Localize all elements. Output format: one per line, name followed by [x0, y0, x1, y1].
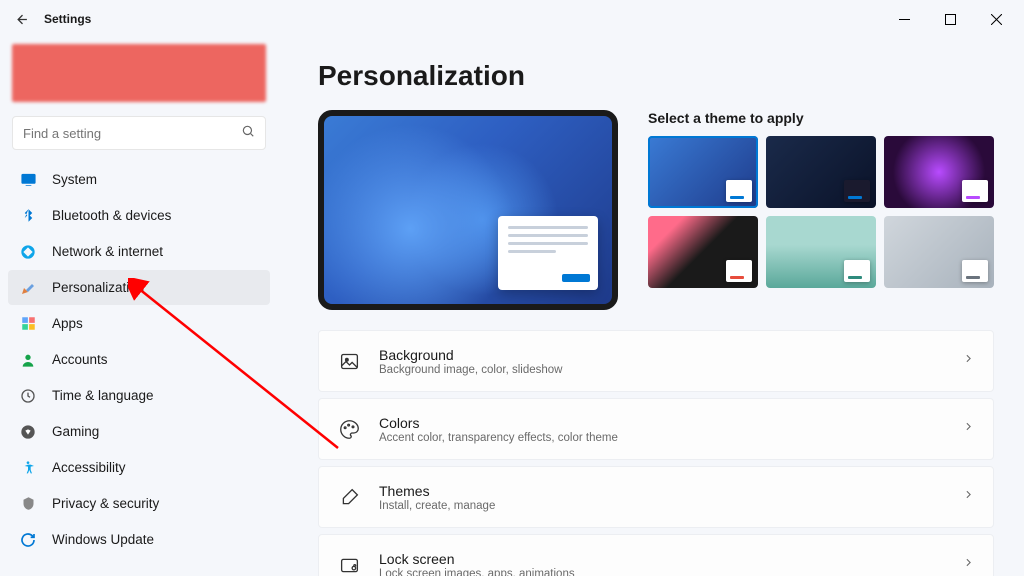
sidebar-item-privacy[interactable]: Privacy & security — [8, 486, 270, 521]
close-button[interactable] — [974, 4, 1018, 34]
sidebar-item-apps[interactable]: Apps — [8, 306, 270, 341]
back-button[interactable] — [6, 3, 38, 35]
sidebar-item-label: Time & language — [52, 388, 154, 403]
image-icon — [337, 349, 361, 373]
main-content: Personalization Select a theme to apply — [278, 38, 1024, 576]
sidebar-item-update[interactable]: Windows Update — [8, 522, 270, 557]
bluetooth-icon — [18, 206, 38, 226]
maximize-button[interactable] — [928, 4, 972, 34]
theme-tile-4[interactable] — [648, 216, 758, 288]
chevron-right-icon — [962, 488, 975, 506]
chevron-right-icon — [962, 352, 975, 370]
theme-tile-6[interactable] — [884, 216, 994, 288]
setting-background[interactable]: Background Background image, color, slid… — [318, 330, 994, 392]
time-icon — [18, 386, 38, 406]
chevron-right-icon — [962, 556, 975, 574]
theme-tile-3[interactable] — [884, 136, 994, 208]
close-icon — [991, 14, 1002, 25]
sidebar-item-accounts[interactable]: Accounts — [8, 342, 270, 377]
account-card[interactable] — [12, 44, 266, 102]
sidebar-item-label: Privacy & security — [52, 496, 159, 511]
setting-sub: Install, create, manage — [379, 500, 962, 512]
apps-icon — [18, 314, 38, 334]
sidebar: System Bluetooth & devices Network & int… — [0, 38, 278, 576]
sidebar-item-system[interactable]: System — [8, 162, 270, 197]
sidebar-item-label: Gaming — [52, 424, 99, 439]
search-input[interactable] — [23, 126, 241, 141]
arrow-left-icon — [15, 12, 30, 27]
setting-sub: Lock screen images, apps, animations — [379, 568, 962, 576]
setting-title: Lock screen — [379, 551, 962, 567]
minimize-button[interactable] — [882, 4, 926, 34]
sidebar-item-label: Bluetooth & devices — [52, 208, 171, 223]
sidebar-item-gaming[interactable]: Gaming — [8, 414, 270, 449]
app-title: Settings — [44, 12, 91, 26]
palette-icon — [337, 417, 361, 441]
sidebar-item-personalization[interactable]: Personalization — [8, 270, 270, 305]
lock-icon — [337, 553, 361, 576]
nav-list: System Bluetooth & devices Network & int… — [8, 162, 270, 557]
sidebar-item-label: Personalization — [52, 280, 144, 295]
setting-sub: Background image, color, slideshow — [379, 364, 962, 376]
setting-title: Background — [379, 347, 962, 363]
network-icon — [18, 242, 38, 262]
sidebar-item-network[interactable]: Network & internet — [8, 234, 270, 269]
preview-dialog — [498, 216, 598, 290]
theme-tile-2[interactable] — [766, 136, 876, 208]
theme-tile-1[interactable] — [648, 136, 758, 208]
sidebar-item-bluetooth[interactable]: Bluetooth & devices — [8, 198, 270, 233]
theme-grid — [648, 136, 994, 288]
sidebar-item-label: System — [52, 172, 97, 187]
setting-title: Colors — [379, 415, 962, 431]
privacy-icon — [18, 494, 38, 514]
accessibility-icon — [18, 458, 38, 478]
chevron-right-icon — [962, 420, 975, 438]
settings-list: Background Background image, color, slid… — [318, 330, 994, 576]
maximize-icon — [945, 14, 956, 25]
setting-themes[interactable]: Themes Install, create, manage — [318, 466, 994, 528]
search-icon — [241, 124, 255, 143]
minimize-icon — [899, 14, 910, 25]
brush-icon — [337, 485, 361, 509]
accounts-icon — [18, 350, 38, 370]
system-icon — [18, 170, 38, 190]
sidebar-item-accessibility[interactable]: Accessibility — [8, 450, 270, 485]
gaming-icon — [18, 422, 38, 442]
setting-lockscreen[interactable]: Lock screen Lock screen images, apps, an… — [318, 534, 994, 576]
theme-heading: Select a theme to apply — [648, 110, 994, 126]
sidebar-item-time[interactable]: Time & language — [8, 378, 270, 413]
setting-title: Themes — [379, 483, 962, 499]
desktop-preview — [318, 110, 618, 310]
setting-sub: Accent color, transparency effects, colo… — [379, 432, 962, 444]
sidebar-item-label: Accounts — [52, 352, 108, 367]
search-box[interactable] — [12, 116, 266, 150]
sidebar-item-label: Accessibility — [52, 460, 126, 475]
setting-colors[interactable]: Colors Accent color, transparency effect… — [318, 398, 994, 460]
personalization-icon — [18, 278, 38, 298]
page-title: Personalization — [318, 60, 994, 92]
sidebar-item-label: Windows Update — [52, 532, 154, 547]
theme-tile-5[interactable] — [766, 216, 876, 288]
sidebar-item-label: Apps — [52, 316, 83, 331]
update-icon — [18, 530, 38, 550]
sidebar-item-label: Network & internet — [52, 244, 163, 259]
